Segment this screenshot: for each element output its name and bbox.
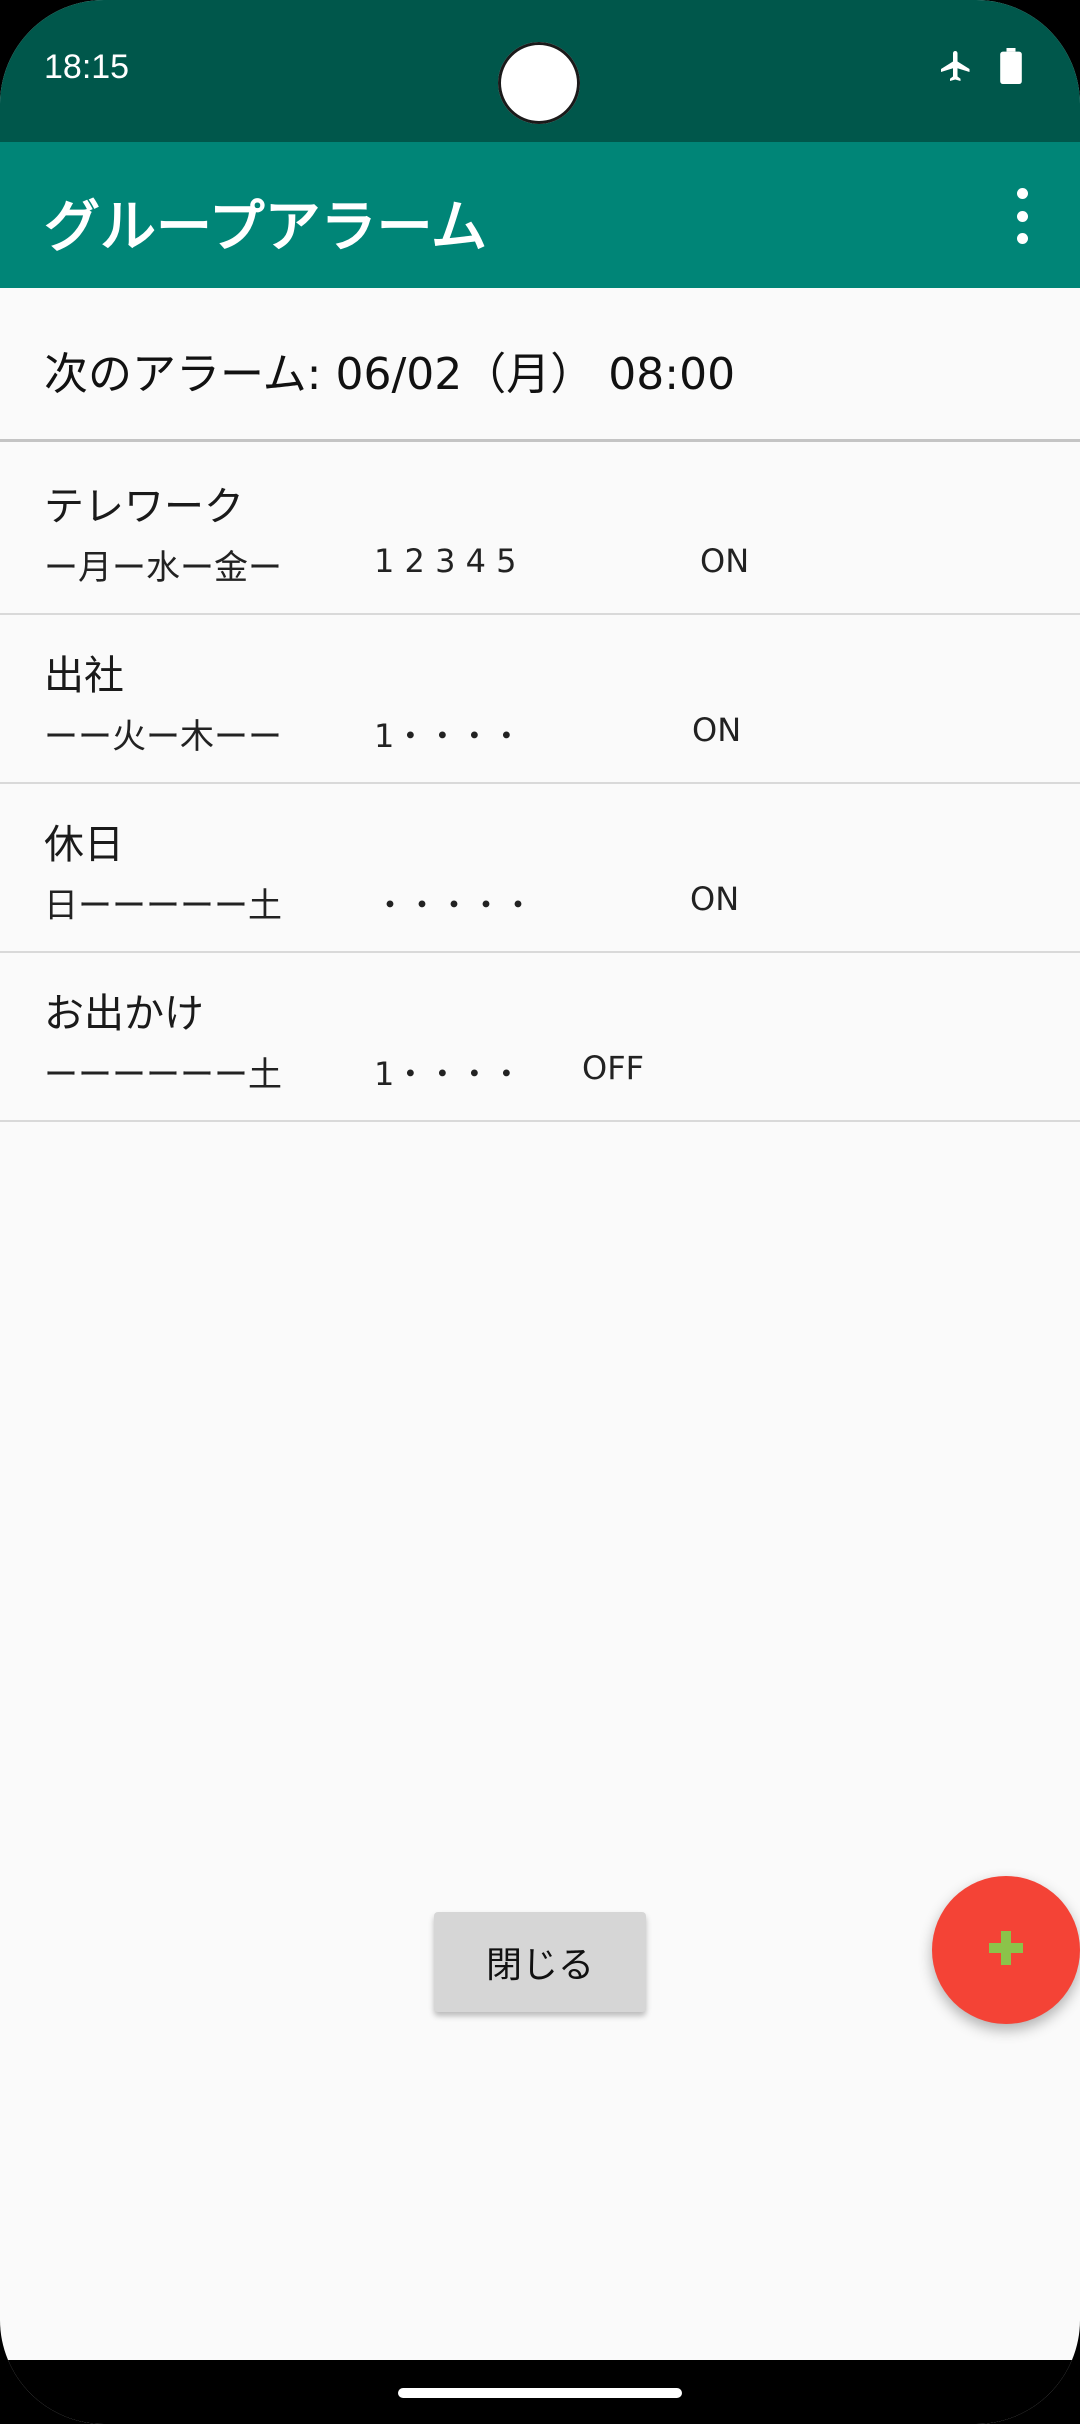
group-list: テレワーク ー月ー水ー金ー 1 2 3 4 5 ON 出社 ーー火ー木ーー 1・… <box>0 446 1080 1122</box>
airplane-mode-icon <box>938 48 974 88</box>
group-days: 日ーーーーー土 <box>44 886 282 926</box>
status-icons <box>938 48 1022 88</box>
group-name: テレワーク <box>44 484 244 530</box>
group-days: ーーーーーー土 <box>44 1055 282 1095</box>
camera-cutout <box>498 42 580 124</box>
group-alarms: 1・・・・ <box>374 1055 523 1093</box>
group-days: ー月ー水ー金ー <box>44 548 282 588</box>
status-bar: 18:15 <box>0 0 1080 142</box>
next-alarm-text: 次のアラーム: 06/02（月） 08:00 <box>44 349 736 400</box>
next-alarm-header: 次のアラーム: 06/02（月） 08:00 <box>0 288 1080 442</box>
group-item-holiday[interactable]: 休日 日ーーーーー土 ・・・・・ ON <box>0 784 1080 953</box>
group-state: ON <box>692 711 742 749</box>
group-name: お出かけ <box>44 991 204 1037</box>
status-time: 18:15 <box>44 48 130 86</box>
group-alarms: 1 2 3 4 5 <box>374 542 517 580</box>
group-state: ON <box>700 542 750 580</box>
group-alarms: 1・・・・ <box>374 717 523 755</box>
group-item-outing[interactable]: お出かけ ーーーーーー土 1・・・・ OFF <box>0 953 1080 1122</box>
group-item-telework[interactable]: テレワーク ー月ー水ー金ー 1 2 3 4 5 ON <box>0 446 1080 615</box>
add-group-button[interactable] <box>932 1876 1080 2024</box>
group-alarms: ・・・・・ <box>374 886 535 924</box>
group-days: ーー火ー木ーー <box>44 717 282 757</box>
battery-full-icon <box>1000 48 1022 88</box>
close-button[interactable]: 閉じる <box>434 1912 646 2012</box>
group-state: ON <box>690 880 740 918</box>
navigation-bar <box>0 2360 1080 2424</box>
app-title: グループアラーム <box>44 195 487 260</box>
more-vert-icon[interactable] <box>994 186 1050 246</box>
group-name: 出社 <box>44 653 124 699</box>
add-icon <box>986 1928 1026 1972</box>
group-name: 休日 <box>44 822 124 868</box>
group-state: OFF <box>582 1049 644 1087</box>
app-bar: グループアラーム <box>0 142 1080 288</box>
app-screen: 18:15 グループアラーム 次のアラーム: 06/02（月） 08:00 テレ… <box>0 0 1080 2424</box>
home-indicator[interactable] <box>398 2388 682 2398</box>
group-item-office[interactable]: 出社 ーー火ー木ーー 1・・・・ ON <box>0 615 1080 784</box>
